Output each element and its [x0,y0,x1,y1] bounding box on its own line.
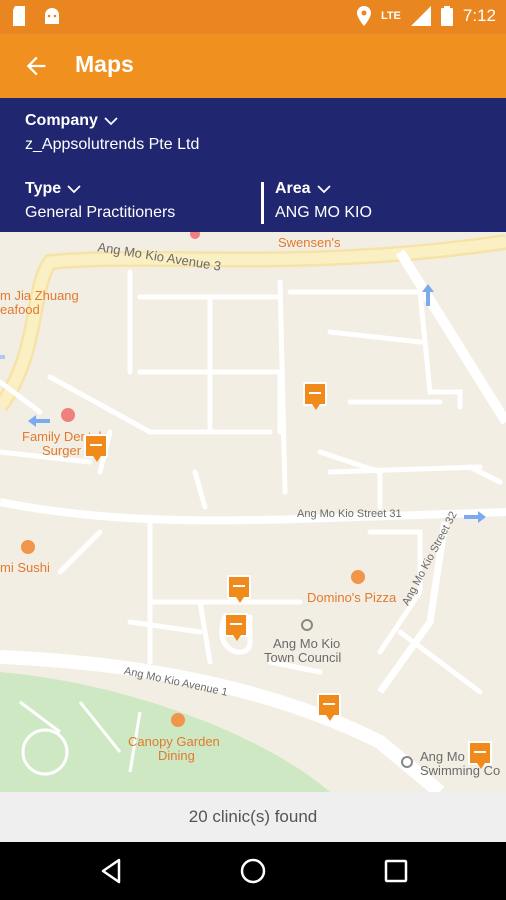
direction-arrow-icon [464,511,486,523]
poi-label: m Jia Zhuang [0,288,79,303]
app-bar: Maps [0,34,506,98]
system-nav-bar [0,842,506,900]
dental-poi-icon [61,408,75,422]
clinic-marker[interactable] [317,693,341,721]
restaurant-poi-icon [171,713,185,727]
building-poi-icon [401,756,413,768]
filter-panel: Company z_Appsolutrends Pte Ltd Type Gen… [0,98,506,232]
poi-label: mi Sushi [0,560,50,575]
map-view[interactable]: Ang Mo Kio Avenue 3 Swensen's m Jia Zhua… [0,232,506,792]
poi-label: Canopy Garden [128,734,220,749]
poi-label: eafood [0,302,40,317]
location-icon [356,6,371,26]
clinic-marker[interactable] [303,382,327,410]
home-nav-icon[interactable] [238,856,268,886]
arrow-back-icon[interactable] [22,52,50,80]
poi-label: Dining [158,748,195,763]
company-label: Company [25,112,98,129]
network-type: LTE [380,10,401,22]
chevron-down-icon [104,117,118,126]
battery-icon [440,6,453,26]
page-title: Maps [75,51,134,77]
clinic-marker[interactable] [84,434,108,462]
poi-icon [190,232,200,239]
company-value[interactable]: z_Appsolutrends Pte Ltd [25,136,199,154]
map-roads [0,234,506,792]
filter-divider [261,182,264,224]
area-dropdown[interactable]: Area [275,180,331,198]
poi-label: Domino's Pizza [307,590,397,605]
area-value[interactable]: ANG MO KIO [275,204,372,222]
result-count: 20 clinic(s) found [0,792,506,842]
company-dropdown[interactable]: Company [25,112,118,130]
poi-label: Swensen's [278,235,341,250]
clock: 7:12 [462,6,496,25]
poi-label: Ang Mo Kio [273,636,341,651]
sd-card-icon [13,6,25,26]
android-icon [45,8,59,24]
chevron-down-icon [67,185,81,194]
poi-label: Swimming Co [420,763,501,778]
road-label: Ang Mo Kio Street 31 [297,508,402,520]
restaurant-poi-icon [351,570,365,584]
back-nav-icon[interactable] [97,856,127,886]
type-value[interactable]: General Practitioners [25,204,175,222]
area-label: Area [275,180,311,197]
poi-label: Ang Mo [420,749,465,764]
direction-arrow-icon [28,415,50,427]
clinic-marker[interactable] [468,741,492,769]
direction-arrow-icon [422,284,434,306]
chevron-down-icon [316,185,331,194]
clinic-marker[interactable] [224,613,248,641]
building-poi-icon [301,619,313,631]
restaurant-poi-icon [21,540,35,554]
clinic-marker[interactable] [227,575,251,603]
status-bar: LTE 7:12 [0,0,506,34]
poi-label: Surger [42,443,82,458]
recents-nav-icon[interactable] [381,856,411,886]
signal-icon [410,6,431,26]
type-dropdown[interactable]: Type [25,180,81,198]
type-label: Type [25,180,62,197]
poi-label: Town Council [264,650,342,665]
